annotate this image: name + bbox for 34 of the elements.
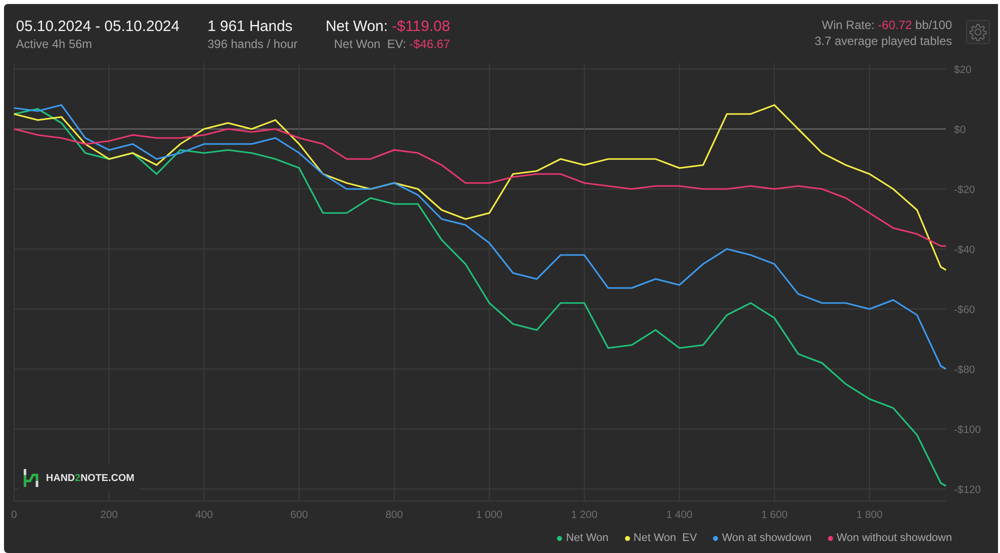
y-axis-label: -$100	[954, 424, 981, 436]
y-axis-label: -$20	[954, 184, 976, 196]
legend-item[interactable]: Net Won EV	[624, 532, 697, 544]
x-axis-label: 600	[290, 509, 308, 521]
logo-icon	[22, 468, 40, 488]
y-axis-label: -$80	[954, 364, 976, 376]
x-axis-label: 1 800	[856, 509, 883, 521]
x-axis-label: 200	[100, 509, 118, 521]
win-rate: Win Rate: -60.72 bb/100	[822, 18, 952, 32]
settings-button[interactable]	[966, 20, 990, 44]
settings-icon	[969, 23, 987, 41]
y-axis-label: -$120	[954, 484, 981, 496]
net-won-label: Net Won: -$119.08	[326, 18, 450, 35]
x-axis-label: 800	[385, 509, 403, 521]
x-axis-label: 1 200	[571, 509, 598, 521]
x-axis-label: 0	[11, 509, 17, 521]
y-axis-label: $0	[954, 124, 966, 136]
hands-per-hour: 396 hands / hour	[207, 37, 298, 51]
x-axis-label: 1 600	[761, 509, 788, 521]
date-range: 05.10.2024 - 05.10.2024	[16, 18, 180, 35]
average-tables: 3.7 average played tables	[814, 34, 952, 48]
hands-count: 1 961 Hands	[207, 18, 294, 35]
brand-name: HAND2NOTE.COM	[46, 472, 134, 484]
x-axis-label: 1 000	[476, 509, 502, 521]
y-axis-label: $20	[954, 64, 972, 76]
net-won-ev-label: Net Won EV: -$46.67	[334, 37, 450, 51]
y-axis-label: -$40	[954, 244, 976, 256]
y-axis-label: -$60	[954, 304, 976, 316]
legend-item[interactable]: Won without showdown	[828, 532, 952, 544]
active-time: Active 4h 56m	[16, 37, 94, 51]
legend-item[interactable]: Net Won	[556, 532, 609, 544]
x-axis-label: 1 400	[666, 509, 693, 521]
x-axis-label: 400	[195, 509, 213, 521]
legend-item[interactable]: Won at showdown	[712, 532, 812, 544]
